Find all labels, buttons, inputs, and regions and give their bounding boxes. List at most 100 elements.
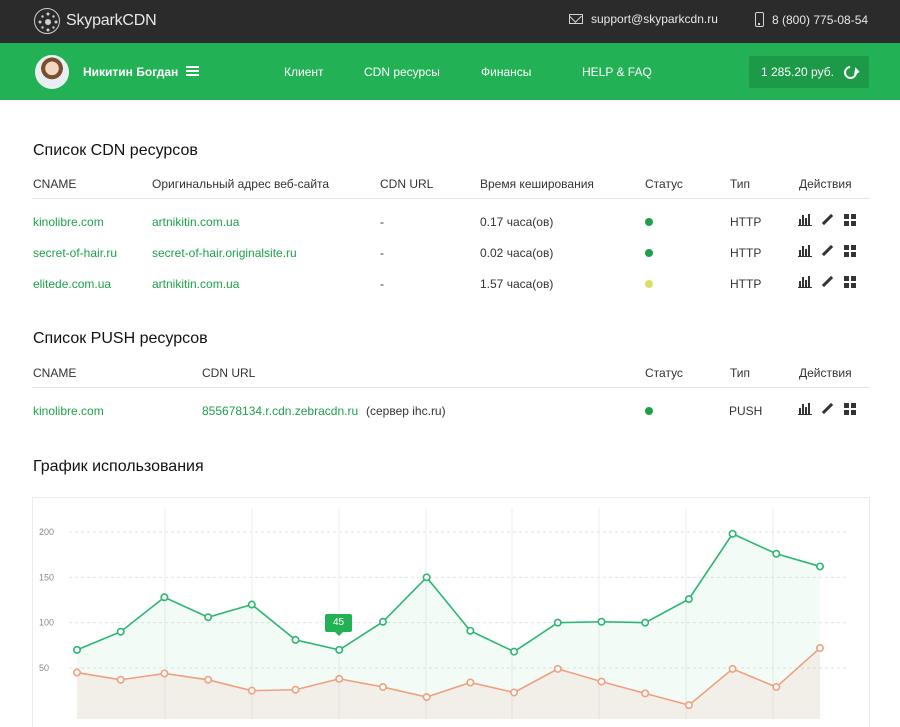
logo-text: SkyparkCDN — [66, 12, 157, 29]
edit-icon[interactable] — [821, 403, 835, 415]
cdn-row-origin[interactable]: artnikitin.com.ua — [152, 215, 239, 229]
data-point — [247, 600, 256, 609]
data-point — [422, 573, 431, 582]
cdn-row-cdn-url: - — [380, 246, 384, 260]
push-section-title: Список PUSH ресурсов — [33, 330, 208, 347]
data-point — [335, 674, 344, 683]
edit-icon[interactable] — [821, 245, 835, 257]
y-tick-label: 100 — [39, 618, 54, 628]
data-point — [116, 675, 125, 684]
cdn-row-origin[interactable]: secret-of-hair.originalsite.ru — [152, 246, 297, 260]
cdn-row-cdn-url: - — [380, 215, 384, 229]
grid-icon[interactable] — [844, 276, 856, 288]
cdn-section-title: Список CDN ресурсов — [33, 142, 198, 159]
top-bar: SkyparkCDN support@skyparkcdn.ru 8 (800)… — [0, 0, 900, 43]
logo[interactable]: SkyparkCDN — [34, 8, 157, 34]
col-cache-time: Время кеширования — [480, 177, 594, 191]
data-point — [510, 688, 519, 697]
col-type: Тип — [730, 366, 751, 380]
cdn-row-cname[interactable]: elitede.com.ua — [33, 277, 111, 291]
refresh-icon[interactable] — [841, 62, 860, 82]
cdn-row-cname[interactable]: kinolibre.com — [33, 215, 104, 229]
balance-button[interactable]: 1 285.20 руб. — [749, 56, 869, 88]
data-point — [335, 645, 344, 654]
data-point — [291, 635, 300, 644]
balance-amount: 1 285.20 руб. — [761, 65, 834, 79]
data-point — [553, 618, 562, 627]
menu-icon[interactable] — [186, 66, 199, 76]
divider — [32, 198, 870, 199]
status-dot — [645, 218, 653, 226]
data-point — [597, 617, 606, 626]
stats-icon[interactable] — [798, 214, 812, 226]
user-name[interactable]: Никитин Богдан — [83, 65, 178, 79]
data-point — [72, 668, 81, 677]
row-actions — [798, 403, 856, 415]
support-phone-text: 8 (800) 775-08-54 — [772, 12, 869, 27]
col-cname: CNAME — [33, 366, 77, 380]
status-dot — [645, 280, 653, 288]
row-actions — [798, 276, 856, 288]
push-row-cname[interactable]: kinolibre.com — [33, 404, 104, 418]
data-point — [728, 529, 737, 538]
nav-item-cdn-resources[interactable]: CDN ресурсы — [364, 65, 440, 79]
divider — [32, 387, 870, 388]
mail-icon — [569, 14, 583, 24]
col-cdn-url: CDN URL — [380, 177, 434, 191]
grid-icon[interactable] — [844, 214, 856, 226]
status-dot — [645, 249, 653, 257]
data-point — [597, 677, 606, 686]
cdn-row-origin[interactable]: artnikitin.com.ua — [152, 277, 239, 291]
col-origin: Оригинальный адрес веб-сайта — [152, 177, 330, 191]
main-navbar: Никитин Богдан Клиент CDN ресурсы Финанс… — [0, 43, 900, 100]
row-actions — [798, 245, 856, 257]
status-dot — [645, 407, 653, 415]
edit-icon[interactable] — [821, 214, 835, 226]
data-point — [116, 627, 125, 636]
cdn-row-type: HTTP — [730, 215, 762, 229]
col-status: Статус — [645, 177, 683, 191]
push-row-cdn-url[interactable]: 855678134.r.cdn.zebracdn.ru — [202, 404, 358, 418]
stats-icon[interactable] — [798, 245, 812, 257]
nav-item-client[interactable]: Клиент — [284, 65, 324, 79]
data-point — [815, 644, 824, 653]
y-tick-label: 50 — [39, 663, 49, 673]
data-point — [684, 595, 693, 604]
usage-section-title: График использования — [33, 458, 204, 475]
y-tick-label: 200 — [39, 527, 54, 537]
logo-icon — [34, 8, 60, 34]
usage-chart: 200 150 100 50 — [39, 508, 848, 719]
data-point — [466, 678, 475, 687]
support-phone[interactable]: 8 (800) 775-08-54 — [755, 12, 868, 27]
data-point — [641, 689, 650, 698]
col-type: Тип — [730, 177, 751, 191]
data-point — [684, 701, 693, 710]
nav-item-help-faq[interactable]: HELP & FAQ — [582, 65, 652, 79]
chart-tooltip: 45 — [325, 614, 352, 636]
data-point — [641, 618, 650, 627]
avatar[interactable] — [35, 55, 69, 89]
cdn-row-cname[interactable]: secret-of-hair.ru — [33, 246, 117, 260]
data-point — [772, 683, 781, 692]
y-tick-label: 150 — [39, 572, 54, 582]
edit-icon[interactable] — [821, 276, 835, 288]
support-email[interactable]: support@skyparkcdn.ru — [569, 12, 718, 26]
data-point — [160, 593, 169, 602]
cdn-row-type: HTTP — [730, 277, 762, 291]
data-point — [553, 664, 562, 673]
col-actions: Действия — [799, 366, 852, 380]
data-point — [728, 664, 737, 673]
grid-icon[interactable] — [844, 403, 856, 415]
cdn-row-cache-time: 0.02 часа(ов) — [480, 246, 554, 260]
grid-icon[interactable] — [844, 245, 856, 257]
cdn-row-cdn-url: - — [380, 277, 384, 291]
data-point — [204, 613, 213, 622]
stats-icon[interactable] — [798, 276, 812, 288]
cdn-row-cache-time: 1.57 часа(ов) — [480, 277, 554, 291]
data-point — [422, 693, 431, 702]
stats-icon[interactable] — [798, 403, 812, 415]
nav-item-finance[interactable]: Финансы — [481, 65, 531, 79]
data-point — [72, 645, 81, 654]
data-point — [291, 685, 300, 694]
support-email-text: support@skyparkcdn.ru — [591, 12, 718, 26]
